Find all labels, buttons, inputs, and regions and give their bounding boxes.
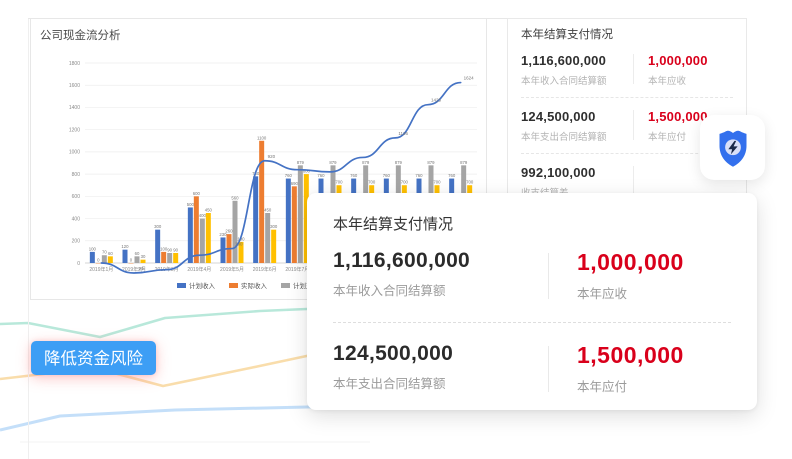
receivable-label: 本年应收 — [648, 73, 733, 87]
svg-text:920: 920 — [268, 154, 276, 159]
svg-text:1100: 1100 — [257, 135, 267, 140]
svg-text:-90: -90 — [137, 266, 144, 271]
chart-title: 公司现金流分析 — [40, 27, 121, 43]
balance-value: 992,100,000 — [521, 165, 633, 180]
svg-text:1624: 1624 — [464, 76, 475, 81]
svg-text:600: 600 — [193, 191, 201, 196]
svg-text:30: 30 — [141, 254, 146, 259]
dashed-divider — [333, 322, 731, 323]
svg-text:760: 760 — [383, 173, 391, 178]
svg-text:0: 0 — [130, 258, 133, 263]
svg-text:879: 879 — [297, 160, 305, 165]
popup-title: 本年结算支付情况 — [333, 213, 731, 234]
settlement-row-income: 1,116,600,000 本年收入合同结算额 1,000,000 本年应收 — [521, 51, 733, 87]
shield-lightning-icon — [709, 124, 757, 172]
svg-text:2019年1月: 2019年1月 — [89, 266, 113, 273]
popup-payable-value: 1,500,000 — [577, 342, 731, 369]
svg-text:879: 879 — [460, 160, 468, 165]
expense-settlement-value: 124,500,000 — [521, 109, 633, 124]
svg-text:100: 100 — [89, 246, 97, 251]
svg-text:70: 70 — [102, 250, 107, 255]
popup-receivable-label: 本年应收 — [577, 283, 731, 302]
svg-text:450: 450 — [264, 208, 272, 213]
svg-text:760: 760 — [285, 173, 293, 178]
svg-text:60: 60 — [135, 251, 140, 256]
svg-text:690: 690 — [291, 181, 299, 186]
svg-text:700: 700 — [466, 180, 474, 185]
svg-text:1126: 1126 — [398, 131, 408, 136]
svg-text:760: 760 — [415, 173, 423, 178]
svg-text:500: 500 — [187, 202, 195, 207]
svg-text:700: 700 — [368, 180, 376, 185]
svg-text:300: 300 — [154, 224, 162, 229]
svg-text:879: 879 — [329, 160, 337, 165]
column-divider — [633, 166, 634, 196]
settlement-popup: 本年结算支付情况 1,116,600,000 本年收入合同结算额 1,000,0… — [307, 193, 757, 410]
svg-text:879: 879 — [395, 160, 403, 165]
svg-text:60: 60 — [108, 251, 113, 256]
svg-text:130: 130 — [235, 242, 243, 247]
security-shield-card[interactable] — [700, 115, 765, 180]
income-settlement-label: 本年收入合同结算额 — [521, 73, 633, 87]
dashboard: 公司现金流分析 02004006008001000120014001600180… — [0, 0, 792, 459]
svg-text:879: 879 — [362, 160, 370, 165]
svg-text:计划收入: 计划收入 — [189, 281, 216, 290]
popup-income-settlement-value: 1,116,600,000 — [333, 249, 548, 273]
income-settlement-value: 1,116,600,000 — [521, 53, 633, 68]
dashed-divider — [521, 97, 733, 98]
svg-text:200: 200 — [72, 239, 81, 245]
svg-text:2019年6月: 2019年6月 — [253, 266, 277, 273]
popup-expense-settlement-value: 124,500,000 — [333, 342, 548, 366]
svg-text:400: 400 — [72, 216, 81, 222]
risk-tag[interactable]: 降低资金风险 — [31, 341, 156, 375]
svg-text:90: 90 — [167, 248, 172, 253]
svg-text:400: 400 — [199, 213, 207, 218]
svg-text:90: 90 — [173, 248, 178, 253]
svg-text:760: 760 — [317, 173, 325, 178]
svg-text:1600: 1600 — [69, 83, 80, 89]
svg-text:1400: 1400 — [69, 105, 80, 111]
svg-text:0: 0 — [97, 258, 100, 263]
svg-text:800: 800 — [72, 172, 81, 178]
popup-income-settlement-label: 本年收入合同结算额 — [333, 280, 548, 299]
svg-text:260: 260 — [225, 229, 233, 234]
svg-text:700: 700 — [335, 180, 343, 185]
popup-row-income: 1,116,600,000 本年收入合同结算额 1,000,000 本年应收 — [333, 249, 731, 302]
svg-text:760: 760 — [448, 173, 456, 178]
svg-text:760: 760 — [350, 173, 358, 178]
svg-text:1000: 1000 — [69, 150, 80, 156]
svg-text:560: 560 — [231, 195, 239, 200]
popup-expense-settlement-label: 本年支出合同结算额 — [333, 373, 548, 392]
page-left-border — [28, 18, 29, 459]
svg-text:2019年7月: 2019年7月 — [285, 266, 309, 273]
svg-text:879: 879 — [427, 160, 435, 165]
svg-text:实际收入: 实际收入 — [241, 281, 268, 290]
settlement-panel-title: 本年结算支付情况 — [521, 26, 733, 42]
svg-text:1200: 1200 — [69, 127, 80, 133]
expense-settlement-label: 本年支出合同结算额 — [521, 129, 633, 143]
svg-text:450: 450 — [205, 208, 213, 213]
popup-receivable-value: 1,000,000 — [577, 249, 731, 276]
svg-text:600: 600 — [72, 194, 81, 200]
popup-row-expense: 124,500,000 本年支出合同结算额 1,500,000 本年应付 — [333, 342, 731, 395]
svg-text:700: 700 — [433, 180, 441, 185]
svg-text:0: 0 — [77, 261, 80, 267]
svg-text:2019年4月: 2019年4月 — [187, 266, 211, 273]
svg-text:1800: 1800 — [69, 61, 80, 67]
svg-text:300: 300 — [270, 224, 278, 229]
popup-payable-label: 本年应付 — [577, 376, 731, 395]
svg-text:2019年5月: 2019年5月 — [220, 266, 244, 273]
svg-text:120: 120 — [121, 244, 129, 249]
receivable-value: 1,000,000 — [648, 53, 733, 68]
svg-text:1425: 1425 — [431, 98, 442, 103]
svg-text:700: 700 — [401, 180, 409, 185]
